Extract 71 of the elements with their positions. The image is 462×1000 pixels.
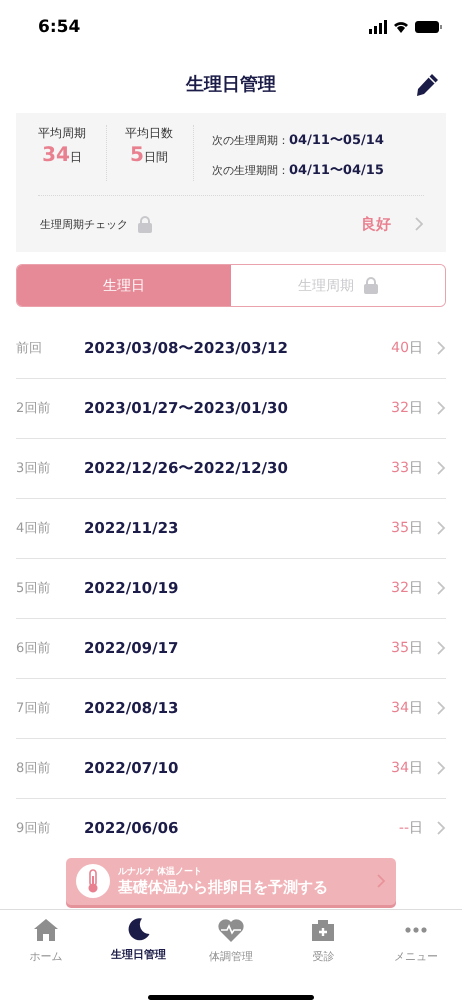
chevron-right-icon — [415, 217, 424, 232]
chevron-right-icon — [437, 821, 446, 836]
nav-tab[interactable]: 生理日管理 — [92, 916, 185, 978]
chevron-right-icon — [437, 461, 446, 476]
more-icon — [404, 926, 428, 933]
heart-pulse-icon — [217, 916, 246, 943]
period-dates: 2022/12/26〜2022/12/30 — [84, 458, 288, 478]
moon-icon — [128, 916, 150, 941]
row-label: 4回前 — [16, 520, 52, 538]
period-row[interactable]: 6回前 2022/09/17 35 日 — [16, 618, 446, 679]
row-label: 2回前 — [16, 400, 52, 418]
period-dates: 2022/06/06 — [84, 819, 178, 838]
page-title: 生理日管理 — [186, 72, 276, 96]
chevron-right-icon — [437, 401, 446, 416]
signal-icon — [369, 20, 387, 34]
chevron-right-icon — [437, 581, 446, 596]
row-label: 6回前 — [16, 640, 52, 658]
row-label: 7回前 — [16, 700, 52, 718]
cycle-days: 34日 — [391, 759, 423, 778]
period-dates: 2022/11/23 — [84, 519, 178, 538]
thermometer-icon — [76, 864, 110, 898]
period-dates: 2022/10/19 — [84, 579, 178, 598]
period-row[interactable]: 8回前 2022/07/10 34日 — [16, 738, 446, 799]
cycle-days: 40日 — [391, 339, 423, 358]
cycle-days: 32 日 — [391, 579, 423, 598]
house-icon — [33, 916, 60, 943]
period-row[interactable]: 4回前 2022/11/23 35 日 — [16, 498, 446, 559]
row-label: 5回前 — [16, 580, 52, 598]
pencil-icon — [414, 72, 440, 98]
chevron-right-icon — [437, 641, 446, 656]
lock-icon — [364, 277, 378, 294]
banner-text: 基礎体温から排卵日を予測する — [118, 878, 328, 898]
edit-button[interactable] — [414, 72, 440, 98]
cycle-days: 34日 — [391, 699, 423, 718]
stat-value: 5 日間 — [130, 142, 168, 166]
chevron-right-icon — [437, 701, 446, 716]
row-label: 9回前 — [16, 820, 52, 838]
period-dates: 2022/07/10 — [84, 759, 178, 778]
period-row[interactable]: 前回 2023/03/08〜2023/03/12 40日 — [16, 318, 446, 379]
row-label: 8回前 — [16, 760, 52, 778]
cycle-check-label: 生理周期チェック — [40, 216, 128, 232]
cycle-days: 32 日 — [391, 399, 423, 418]
chevron-right-icon — [437, 761, 446, 776]
chevron-right-icon — [437, 521, 446, 536]
cycle-days: 35 日 — [391, 639, 423, 658]
status-time: 6:54 — [38, 16, 80, 37]
chevron-right-icon — [437, 341, 446, 356]
period-dates: 2022/08/13 — [84, 699, 178, 718]
cycle-days: --日 — [398, 819, 423, 838]
period-row[interactable]: 7回前 2022/08/13 34日 — [16, 678, 446, 739]
period-row[interactable]: 3回前 2022/12/26〜2022/12/30 33 日 — [16, 438, 446, 499]
cycle-days: 33 日 — [391, 459, 423, 478]
period-dates: 2023/03/08〜2023/03/12 — [84, 338, 288, 358]
battery-icon — [415, 20, 442, 33]
row-label: 3回前 — [16, 460, 52, 478]
cycle-days: 35 日 — [391, 519, 423, 538]
stat-label: 平均日数 — [125, 125, 173, 142]
period-row[interactable]: 2回前 2023/01/27〜2023/01/30 32 日 — [16, 378, 446, 439]
lock-icon — [138, 216, 152, 233]
period-dates: 2022/09/17 — [84, 639, 178, 658]
row-label: 前回 — [16, 340, 43, 358]
banner-caption: ルナルナ 体温ノート — [118, 866, 202, 878]
next-period-text: 次の生理周期：04/11〜05/14 — [212, 132, 384, 150]
period-dates: 2023/01/27〜2023/01/30 — [84, 398, 288, 418]
next-period-text: 次の生理期間：04/11〜04/15 — [212, 162, 384, 180]
wifi-icon — [393, 20, 409, 33]
period-row[interactable]: 5回前 2022/10/19 32 日 — [16, 558, 446, 619]
stat-value: 34 日 — [42, 142, 82, 166]
chevron-right-icon — [377, 874, 386, 888]
period-row[interactable]: 9回前 2022/06/06 --日 — [16, 798, 446, 858]
stat-label: 平均周期 — [38, 125, 86, 142]
